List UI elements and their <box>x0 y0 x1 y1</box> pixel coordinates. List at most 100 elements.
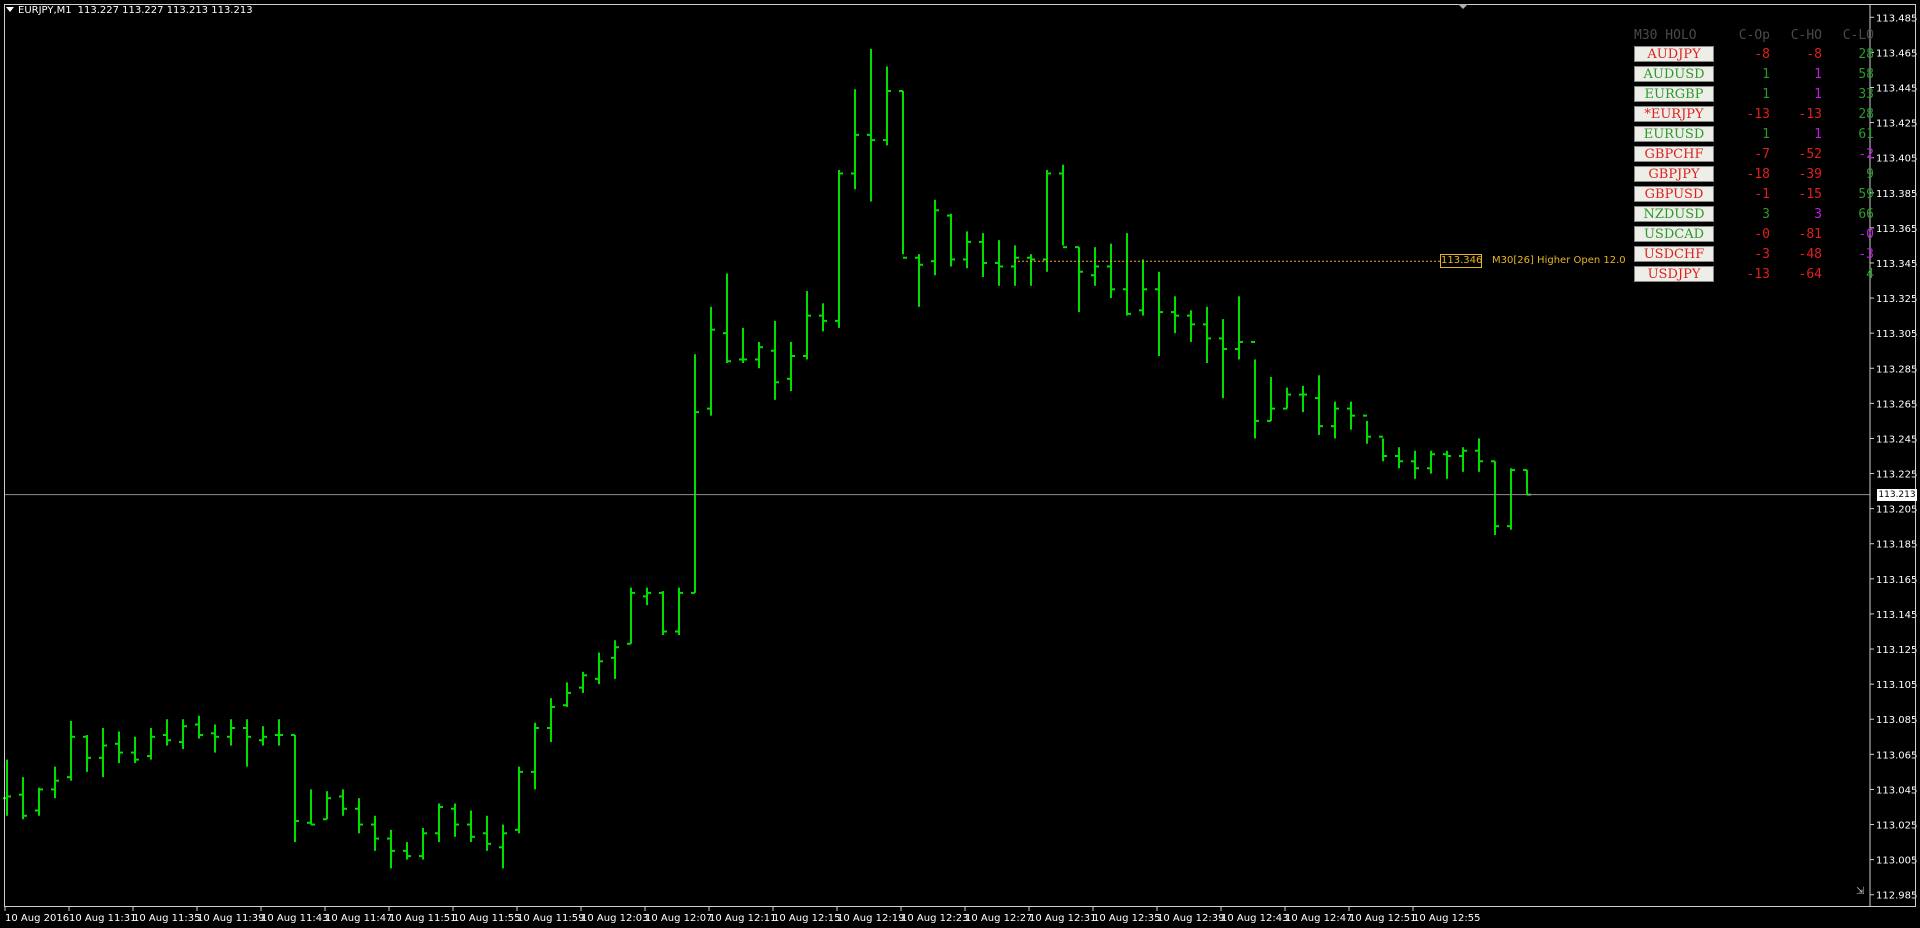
pair-button-cell: *EURJPY <box>1634 106 1718 122</box>
c-op-value-cell: -13 <box>1718 107 1770 122</box>
holo-row: NZDUSD 3 3 66 <box>1634 204 1874 224</box>
c-lo-value: 66 <box>1858 206 1874 222</box>
x-tick-label: 10 Aug 12:43 <box>1221 913 1288 924</box>
x-tick-label: 10 Aug 12:07 <box>645 913 712 924</box>
c-lo-value-cell: -0 <box>1822 227 1874 242</box>
c-ho-value: -8 <box>1806 46 1822 62</box>
scroll-end-icon[interactable]: ⇲ <box>1856 886 1864 897</box>
c-ho-value-cell: -52 <box>1770 147 1822 162</box>
pair-button-cell: GBPUSD <box>1634 186 1718 202</box>
holo-row: EURGBP 1 1 33 <box>1634 84 1874 104</box>
x-tick-label: 10 Aug 11:43 <box>261 913 328 924</box>
c-ho-value-cell: -8 <box>1770 47 1822 62</box>
c-op-value: 1 <box>1762 66 1770 82</box>
pair-button-cell: EURGBP <box>1634 86 1718 102</box>
x-tick-label: 10 Aug 12:03 <box>581 913 648 924</box>
pair-button[interactable]: EURUSD <box>1634 126 1714 142</box>
holo-row: AUDUSD 1 1 58 <box>1634 64 1874 84</box>
holo-row: USDCHF -3 -48 -3 <box>1634 244 1874 264</box>
pair-button-cell: AUDJPY <box>1634 46 1718 62</box>
pair-button-cell: GBPCHF <box>1634 146 1718 162</box>
pair-button[interactable]: USDCHF <box>1634 246 1714 262</box>
pair-button[interactable]: GBPUSD <box>1634 186 1714 202</box>
c-op-value: 3 <box>1762 206 1770 222</box>
holo-row: *EURJPY -13 -13 28 <box>1634 104 1874 124</box>
header-c-lo: C-LO <box>1842 27 1874 43</box>
x-tick-label: 10 Aug 12:39 <box>1157 913 1224 924</box>
x-tick-label: 10 Aug 12:35 <box>1093 913 1160 924</box>
c-lo-value-cell: 58 <box>1822 67 1874 82</box>
c-ho-value-cell: 1 <box>1770 67 1822 82</box>
c-op-value: -18 <box>1746 166 1770 182</box>
c-ho-value-cell: 1 <box>1770 87 1822 102</box>
c-op-value: -1 <box>1754 186 1770 202</box>
c-op-value-cell: -8 <box>1718 47 1770 62</box>
c-ho-value: 1 <box>1814 86 1822 102</box>
pair-button-cell: GBPJPY <box>1634 166 1718 182</box>
chart-window[interactable]: 113.485 113.465 113.445 113.425 113.405 113.3… <box>0 0 1920 928</box>
chart-header: EURJPY,M1 113.227 113.227 113.213 113.213 <box>6 5 253 16</box>
c-op-value: 1 <box>1762 126 1770 142</box>
c-lo-value: 61 <box>1858 126 1874 142</box>
pair-button[interactable]: GBPCHF <box>1634 146 1714 162</box>
c-ho-value-cell: 3 <box>1770 207 1822 222</box>
holo-row: EURUSD 1 1 61 <box>1634 124 1874 144</box>
x-tick-label: 10 Aug 12:11 <box>709 913 776 924</box>
c-op-value-cell: -18 <box>1718 167 1770 182</box>
x-tick-label: 10 Aug 11:55 <box>453 913 520 924</box>
holo-row: GBPCHF -7 -52 -2 <box>1634 144 1874 164</box>
holo-row: USDJPY -13 -64 4 <box>1634 264 1874 284</box>
holo-row: AUDJPY -8 -8 28 <box>1634 44 1874 64</box>
c-ho-value-cell: -81 <box>1770 227 1822 242</box>
c-op-value-cell: -13 <box>1718 267 1770 282</box>
pair-button[interactable]: NZDUSD <box>1634 206 1714 222</box>
x-tick-label: 10 Aug 2016 <box>5 913 69 924</box>
pair-button-cell: USDJPY <box>1634 266 1718 282</box>
c-op-value-cell: -3 <box>1718 247 1770 262</box>
x-tick-label: 10 Aug 11:51 <box>389 913 456 924</box>
header-c-ho: C-HO <box>1790 27 1822 43</box>
chart-shift-icon[interactable] <box>1458 4 1468 9</box>
c-lo-value: 59 <box>1858 186 1874 202</box>
c-lo-value-cell: -3 <box>1822 247 1874 262</box>
pair-button[interactable]: USDCAD <box>1634 226 1714 242</box>
x-tick-label: 10 Aug 12:51 <box>1349 913 1416 924</box>
c-op-value-cell: -1 <box>1718 187 1770 202</box>
holo-panel: M30 HOLO C-Op C-HO C-LO AUDJPY -8 -8 28 AUDU… <box>1634 26 1874 284</box>
dropdown-arrow-icon[interactable] <box>6 7 14 12</box>
ohlc-values: 113.227 113.227 113.213 113.213 <box>77 5 253 16</box>
time-axis[interactable]: 10 Aug 2016 10 Aug 11:3110 Aug 11:3510 Au… <box>4 907 1480 924</box>
x-tick-label: 10 Aug 12:27 <box>965 913 1032 924</box>
c-op-value: -13 <box>1746 106 1770 122</box>
pair-button[interactable]: USDJPY <box>1634 266 1714 282</box>
pair-button[interactable]: *EURJPY <box>1634 106 1714 122</box>
c-lo-value: -3 <box>1858 246 1874 262</box>
x-tick-label: 10 Aug 12:55 <box>1413 913 1480 924</box>
c-op-value-cell: 1 <box>1718 87 1770 102</box>
header-m30-holo: M30 HOLO <box>1634 27 1697 43</box>
c-ho-value-cell: 1 <box>1770 127 1822 142</box>
pair-button-cell: USDCAD <box>1634 226 1718 242</box>
c-op-value: -3 <box>1754 246 1770 262</box>
c-lo-value-cell: 59 <box>1822 187 1874 202</box>
pair-button[interactable]: AUDJPY <box>1634 46 1714 62</box>
c-lo-value-cell: 66 <box>1822 207 1874 222</box>
c-lo-value-cell: 9 <box>1822 167 1874 182</box>
pair-button[interactable]: GBPJPY <box>1634 166 1714 182</box>
pair-button[interactable]: AUDUSD <box>1634 66 1714 82</box>
c-ho-value: -13 <box>1798 106 1822 122</box>
x-tick-label: 10 Aug 11:59 <box>517 913 584 924</box>
c-ho-value: 1 <box>1814 126 1822 142</box>
pair-button[interactable]: EURGBP <box>1634 86 1714 102</box>
x-tick-label: 10 Aug 11:35 <box>133 913 200 924</box>
holo-row: GBPJPY -18 -39 9 <box>1634 164 1874 184</box>
holo-panel-rows: AUDJPY -8 -8 28 AUDUSD 1 1 58 EURGBP 1 1 33 *EURJPY -… <box>1634 44 1874 284</box>
pair-button-cell: NZDUSD <box>1634 206 1718 222</box>
c-op-value: -13 <box>1746 266 1770 282</box>
header-c-op: C-Op <box>1738 27 1770 43</box>
c-lo-value: 28 <box>1858 106 1874 122</box>
c-lo-value: 9 <box>1866 166 1874 182</box>
c-lo-value-cell: 33 <box>1822 87 1874 102</box>
c-ho-value: -52 <box>1798 146 1822 162</box>
c-lo-value: 4 <box>1866 266 1874 282</box>
